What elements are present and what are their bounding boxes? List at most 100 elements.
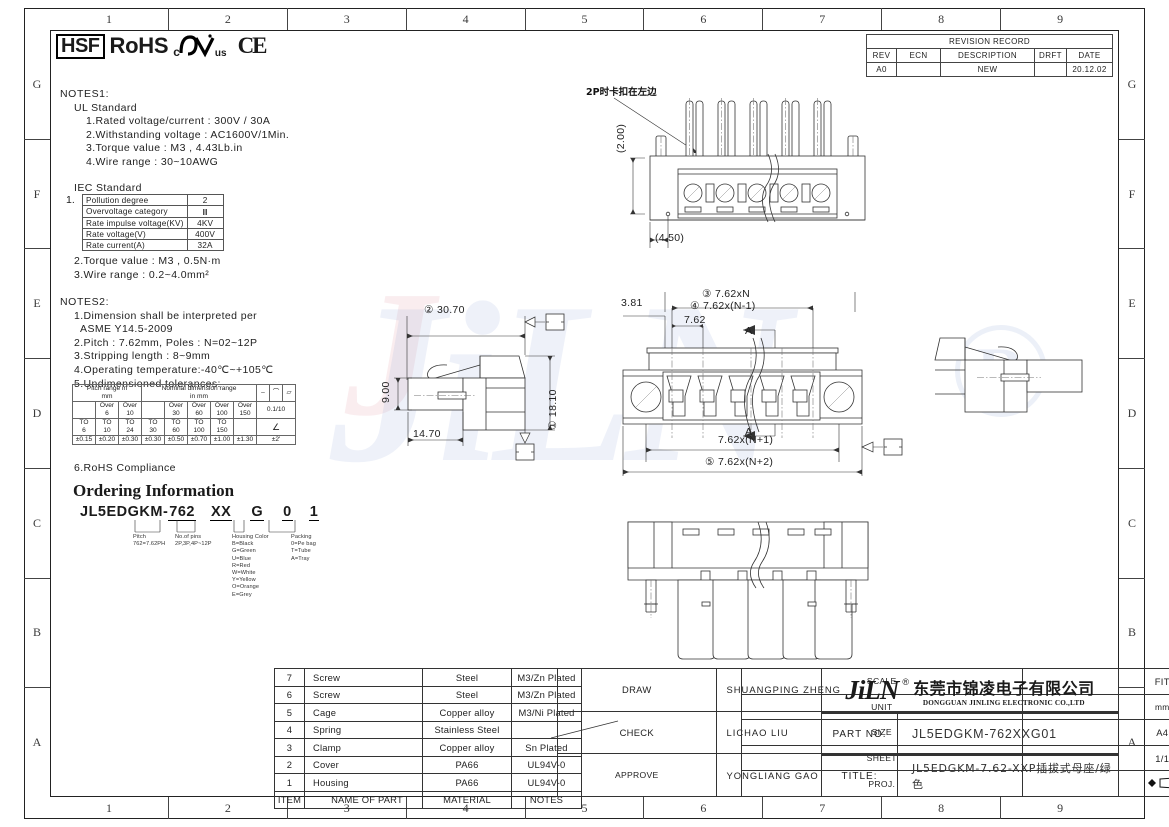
tol-to-4: TO 30 [141,418,165,436]
tol-over-7: Over 100 [210,401,234,419]
revision-header-ecn: ECN [896,48,941,63]
iec-value: 32A [186,239,224,251]
tol-h-nominal: Nominal dimension range in mm [141,384,257,402]
bom-header-row: ITEM NAME OF PART MATERIAL NOTES [274,790,582,809]
zone-left-f: F [24,140,50,250]
top-view-drawing [613,97,866,248]
tol-over-8: Over 150 [233,401,257,419]
balloon-5: ⑤ [705,456,715,468]
tol-over-3: Over 10 [118,401,142,419]
section-label-a-top: A [745,325,753,337]
dim-30-70-value: 30.70 [436,304,465,316]
zone-bottom-8: 8 [882,797,1002,819]
notes2-item-3: 3.Stripping length : 8~9mm [74,350,211,363]
dim-14-70: 14.70 [413,428,441,440]
tol-val-1: ±0.15 [72,435,96,445]
revision-cell-description: NEW [940,62,1035,77]
tol-val-5: ±0.50 [164,435,188,445]
iec-standard-table: Pollution degree 2 Overvoltage category Ⅲ … [82,194,224,251]
revision-header-date: DATE [1066,48,1113,63]
tolerance-over-row: Over 6 Over 10 Over 30 Over 60 Over 100 … [72,401,296,419]
dim-7-62: 7.62 [684,314,706,326]
bom-item: 7 [274,668,305,687]
tol-h-pitch: Pitch range in mm [72,384,142,402]
iec-key: Rate current(A) [82,239,188,251]
tol-val-3: ±0.30 [118,435,142,445]
bom-row: 4 Spring Stainless Steel [274,720,582,739]
bom-material: Stainless Steel [422,720,512,739]
first-angle-projection-icon [1148,777,1169,788]
zone-right-f: F [1119,140,1145,250]
bom-row: 5 Cage Copper alloy M3/Ni Plated [274,703,582,722]
notes2-item-4: 4.Operating temperature:-40℃~+105℃ [74,363,274,376]
notes1-item-4: 4.Wire range : 30~10AWG [86,155,219,168]
compliance-marks: HSF RoHS c us CE [56,33,268,59]
dim-762xn-1: ④ 7.62x(N-1) [690,300,756,312]
zone-bottom-2: 2 [169,797,288,819]
notes1-ul-heading: UL Standard [74,101,137,114]
iec-value: 2 [186,194,224,206]
bom-item: 5 [274,703,305,722]
dim-762xn-plus-2-value: 7.62x(N+2) [717,456,774,468]
bom-row: 6 Screw Steel M3/Zn Plated [274,685,582,704]
iec-row: Pollution degree 2 [82,194,224,206]
tol-over-4 [141,401,165,419]
tolerance-header-row: Pitch range in mm Nominal dimension rang… [72,384,296,402]
part-number-label: PART NO. [821,713,898,755]
dim-4-50: (4.50) [655,232,685,244]
ordering-info-title: Ordering Information [73,481,235,500]
notes1-title: NOTES1: [60,88,110,100]
notes2-item-6: 6.RoHS Compliance [74,462,176,474]
left-side-view-drawing [394,313,565,461]
balloon-1: ① [547,420,559,430]
dim-762xn-value: 7.62xN [714,288,751,300]
bom-name: Cover [304,755,423,774]
zone-top-3: 3 [288,8,407,30]
dim-3-81: 3.81 [621,297,643,309]
tol-ratio: 0.1/10 [256,401,296,419]
dim-762xn-plus-2: ⑤ 7.62x(N+2) [705,456,773,468]
zone-strip-bottom: 1 2 3 4 5 6 7 8 9 [50,797,1119,819]
dim-9-00: 9.00 [380,381,392,403]
iec-key: Overvoltage category [82,205,188,218]
iec-row: Overvoltage category Ⅲ [82,205,224,218]
right-side-view-drawing [934,337,1083,413]
iec-key: Rate impulse voltage(KV) [82,217,188,229]
bom-name: Cage [304,703,423,722]
tol-over-2: Over 6 [95,401,119,419]
bom-item: 3 [274,738,305,757]
tol-angle-val: ±2' [256,435,296,445]
bom-header-material: MATERIAL [422,790,512,809]
brand-logo-text: JiLN [845,675,899,705]
bom-material: PA66 [422,773,512,792]
zone-right-e: E [1119,249,1145,360]
iec-key: Pollution degree [82,194,188,206]
zone-bottom-7: 7 [763,797,883,819]
zone-bottom-1: 1 [50,797,169,819]
dim-762xn-plus-1: 7.62x(N+1) [718,434,774,446]
bom-material: Copper alloy [422,738,512,757]
tol-sym-par: ▱ [282,384,296,402]
dim-762xn: ③ 7.62xN [702,288,750,300]
tol-to-3: TO 24 [118,418,142,436]
tol-over-5: Over 30 [164,401,188,419]
tol-over-6: Over 60 [187,401,211,419]
zone-top-2: 2 [169,8,288,30]
bom-name: Clamp [304,738,423,757]
bom-row: 3 Clamp Copper alloy Sn Plated [274,738,582,757]
notes2-title: NOTES2: [60,296,110,308]
bom-name: Housing [304,773,423,792]
part-number-value: JL5EDGKM-762XXG01 [898,713,1119,755]
zone-right-c: C [1119,469,1145,579]
drawing-title-value: JL5EDGKM-7.62-XXP插拔式母座/绿色 [898,755,1119,797]
bom-item: 2 [274,755,305,774]
tol-sym-arc: ⌒ [269,384,283,402]
revision-record-table: REVISION RECORD REV ECN DESCRIPTION DRFT… [866,34,1113,77]
bom-row: 1 Housing PA66 UL94V-0 [274,773,582,792]
zone-left-b: B [24,579,50,689]
revision-header-rev: REV [866,48,897,63]
notes1-item-2: 2.Withstanding voltage : AC1600V/1Min. [86,128,290,141]
notes2-item-1b: ASME Y14.5-2009 [74,323,173,336]
notes1-item-3: 3.Torque value : M3 , 4.43Lb.in [86,142,243,155]
company-name-cn: 东莞市锦凌电子有限公司 [913,678,1095,698]
